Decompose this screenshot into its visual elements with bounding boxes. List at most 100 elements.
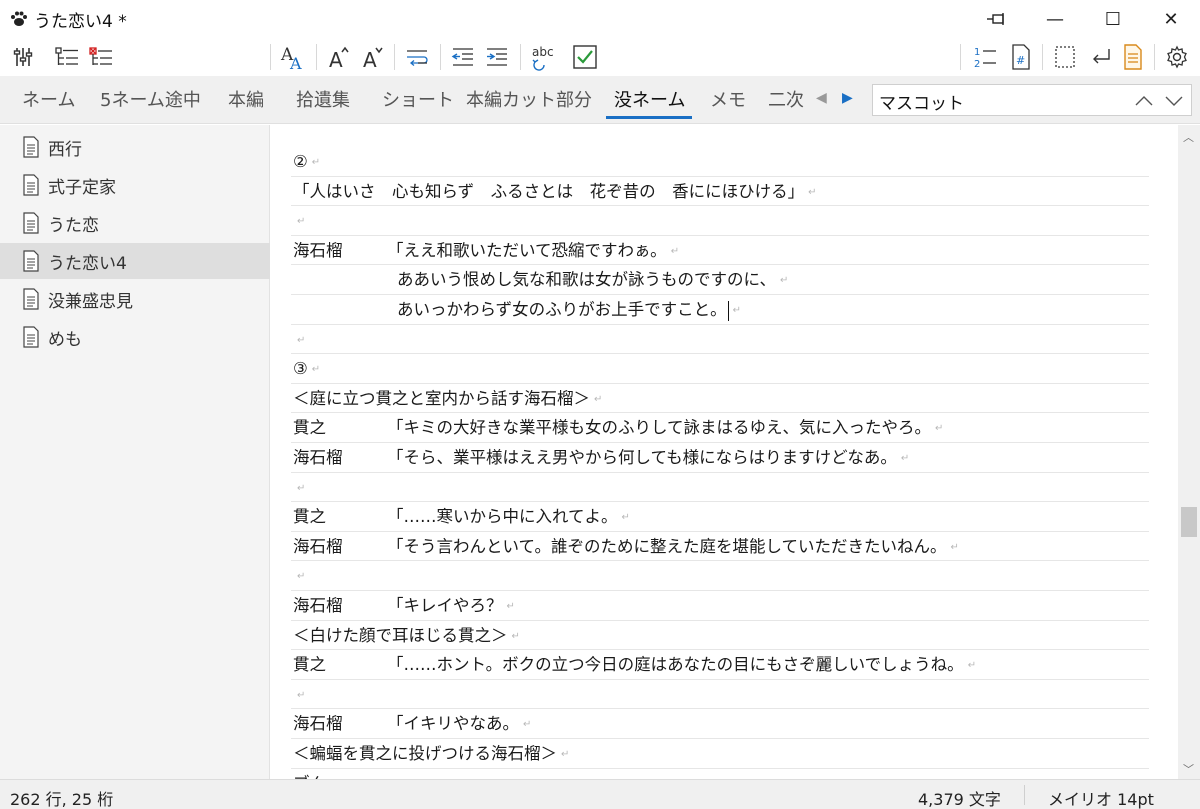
- text-line[interactable]: ↵: [291, 206, 1149, 236]
- search-input[interactable]: [879, 89, 1119, 113]
- line-number-icon: 1 2: [974, 47, 996, 70]
- search-next-button[interactable]: [1161, 89, 1187, 113]
- cursor-position: 262 行, 25 桁: [10, 790, 114, 809]
- scroll-down-icon[interactable]: ﹀: [1183, 761, 1194, 777]
- text-line[interactable]: 貫之 「キミの大好きな業平様も女のふりして詠まはるゆえ、気に入ったやろ。 ↵: [291, 413, 1149, 443]
- minimize-button[interactable]: —: [1026, 0, 1084, 38]
- search-prev-button[interactable]: [1131, 89, 1157, 113]
- sidebar-item[interactable]: 没兼盛忠見: [0, 281, 270, 317]
- font-decrease-button[interactable]: A: [356, 40, 390, 74]
- window-title: うた恋い4 *: [34, 11, 127, 32]
- tab-shuishu[interactable]: 拾遺集: [296, 86, 350, 112]
- gear-button[interactable]: [1160, 40, 1194, 74]
- text-line[interactable]: ↵: [291, 473, 1149, 503]
- text-line[interactable]: ↵: [291, 325, 1149, 355]
- font-increase-icon: A: [329, 46, 349, 71]
- sidebar-item[interactable]: うた恋: [0, 205, 270, 241]
- svg-text:A: A: [329, 48, 343, 71]
- text-line[interactable]: あいっかわらず女のふりがお上手ですこと。 ↵: [291, 295, 1149, 325]
- search-box: [872, 84, 1192, 116]
- document-icon: [23, 174, 39, 196]
- page-number-icon: #: [1012, 44, 1030, 70]
- maximize-button[interactable]: ☐: [1084, 0, 1142, 38]
- text-line[interactable]: ブん: [291, 769, 1149, 779]
- page-number-button[interactable]: #: [1004, 40, 1038, 74]
- newline-icon: [1093, 49, 1110, 64]
- text-line[interactable]: ↵: [291, 561, 1149, 591]
- return-mark-icon: ↵: [297, 216, 306, 228]
- tab-scroll-left-icon[interactable]: ◀: [816, 90, 827, 106]
- sidebar-item[interactable]: 式子定家: [0, 167, 270, 203]
- notes-icon: [1124, 44, 1142, 70]
- sidebar-item[interactable]: 西行: [0, 129, 270, 165]
- font-info[interactable]: メイリオ 14pt: [1048, 786, 1154, 809]
- text-line[interactable]: 海石榴 「そら、業平様はええ男やから何しても様にならはりますけどなあ。 ↵: [291, 443, 1149, 473]
- outline-delete-button[interactable]: [84, 40, 118, 74]
- text-line[interactable]: 貫之 「……ホント。ボクの立つ今日の庭はあなたの目にもさぞ麗しいでしょうね。 ↵: [291, 650, 1149, 680]
- text-line[interactable]: 「人はいさ 心も知らず ふるさとは 花ぞ昔の 香ににほひける」 ↵: [291, 177, 1149, 207]
- gear-icon: [1167, 45, 1187, 69]
- scroll-thumb[interactable]: [1181, 507, 1197, 537]
- line-number-button[interactable]: 1 2: [968, 40, 1002, 74]
- indent-decrease-button[interactable]: [446, 40, 480, 74]
- scroll-up-icon[interactable]: ︿: [1183, 129, 1194, 145]
- indent-increase-button[interactable]: [480, 40, 514, 74]
- tab-memo[interactable]: メモ: [710, 86, 746, 112]
- text-line[interactable]: ああいう恨めし気な和歌は女が詠うものですのに、 ↵: [291, 265, 1149, 295]
- spellcheck-icon: abc: [532, 45, 554, 71]
- check-icon: [573, 45, 597, 69]
- tab-5name-in-progress[interactable]: 5ネーム途中: [100, 86, 201, 112]
- check-button[interactable]: [568, 40, 602, 74]
- line-wrap-button[interactable]: [400, 40, 434, 74]
- tab-scroll-right-icon[interactable]: ▶: [842, 90, 853, 106]
- settings-tools-button[interactable]: [6, 40, 40, 74]
- vertical-scrollbar[interactable]: ︿ ﹀: [1178, 125, 1200, 779]
- return-mark-icon: ↵: [967, 660, 977, 672]
- spellcheck-button[interactable]: abc: [526, 40, 560, 74]
- tab-main-cut[interactable]: 本編カット部分: [466, 86, 592, 112]
- text-line[interactable]: 海石榴 「イキリやなあ。 ↵: [291, 709, 1149, 739]
- text-line[interactable]: 貫之 「……寒いから中に入れてよ。 ↵: [291, 502, 1149, 532]
- text-line[interactable]: ＜庭に立つ貫之と室内から話す海石榴＞ ↵: [291, 384, 1149, 414]
- tab-name[interactable]: ネーム: [22, 86, 75, 112]
- line-text: 「……ホント。ボクの立つ今日の庭はあなたの目にもさぞ麗しいでしょうね。: [387, 655, 964, 675]
- sidebar-item-label: うた恋: [48, 215, 99, 236]
- text-line[interactable]: ② ↵: [291, 147, 1149, 177]
- document-icon: [23, 212, 39, 234]
- indent-increase-icon: [487, 48, 507, 66]
- text-editor[interactable]: ② ↵ 「人はいさ 心も知らず ふるさとは 花ぞ昔の 香ににほひける」 ↵ ↵ 海石榴 「え…: [271, 125, 1178, 779]
- toolbar: A A A A abc 1 2 #: [0, 38, 1200, 76]
- return-mark-icon: ↵: [670, 245, 680, 257]
- newline-button[interactable]: [1084, 40, 1118, 74]
- pin-button[interactable]: [968, 0, 1026, 38]
- font-style-button[interactable]: A A: [276, 40, 310, 74]
- text-line[interactable]: ＜白けた顔で耳ほじる貫之＞ ↵: [291, 621, 1149, 651]
- sidebar-item-label: 没兼盛忠見: [48, 291, 133, 312]
- svg-text:A: A: [289, 54, 302, 71]
- sidebar-item-label: うた恋い4: [48, 253, 127, 274]
- line-text: ＜白けた顔で耳ほじる貫之＞: [293, 625, 508, 645]
- font-decrease-icon: A: [363, 47, 383, 71]
- outline-view-button[interactable]: [50, 40, 84, 74]
- font-increase-button[interactable]: A: [322, 40, 356, 74]
- return-mark-icon: ↵: [297, 334, 306, 346]
- return-mark-icon: ↵: [808, 186, 817, 198]
- text-line[interactable]: ③ ↵: [291, 354, 1149, 384]
- sidebar-item[interactable]: めも: [0, 319, 270, 355]
- chevron-up-icon: [1135, 96, 1153, 106]
- tab-short[interactable]: ショート: [382, 86, 454, 112]
- text-line[interactable]: ＜蝙蝠を貫之に投げつける海石榴＞ ↵: [291, 739, 1149, 769]
- tab-fanwork[interactable]: 二次: [768, 86, 804, 112]
- tab-rejected-name[interactable]: 没ネーム: [614, 86, 685, 112]
- select-box-button[interactable]: [1048, 40, 1082, 74]
- notes-button[interactable]: [1116, 40, 1150, 74]
- close-button[interactable]: ✕: [1142, 0, 1200, 38]
- text-line[interactable]: 海石榴 「ええ和歌いただいて恐縮ですわぁ。 ↵: [291, 236, 1149, 266]
- return-mark-icon: ↵: [900, 453, 910, 464]
- sidebar-item[interactable]: うた恋い4: [0, 243, 270, 279]
- tab-main-story[interactable]: 本編: [228, 86, 264, 112]
- text-line[interactable]: 海石榴 「キレイやろ？ ↵: [291, 591, 1149, 621]
- pin-icon: [987, 13, 1004, 25]
- text-line[interactable]: 海石榴 「そう言わんといて。誰ぞのために整えた庭を堪能していただきたいねん。 ↵: [291, 532, 1149, 562]
- text-line[interactable]: ↵: [291, 680, 1149, 710]
